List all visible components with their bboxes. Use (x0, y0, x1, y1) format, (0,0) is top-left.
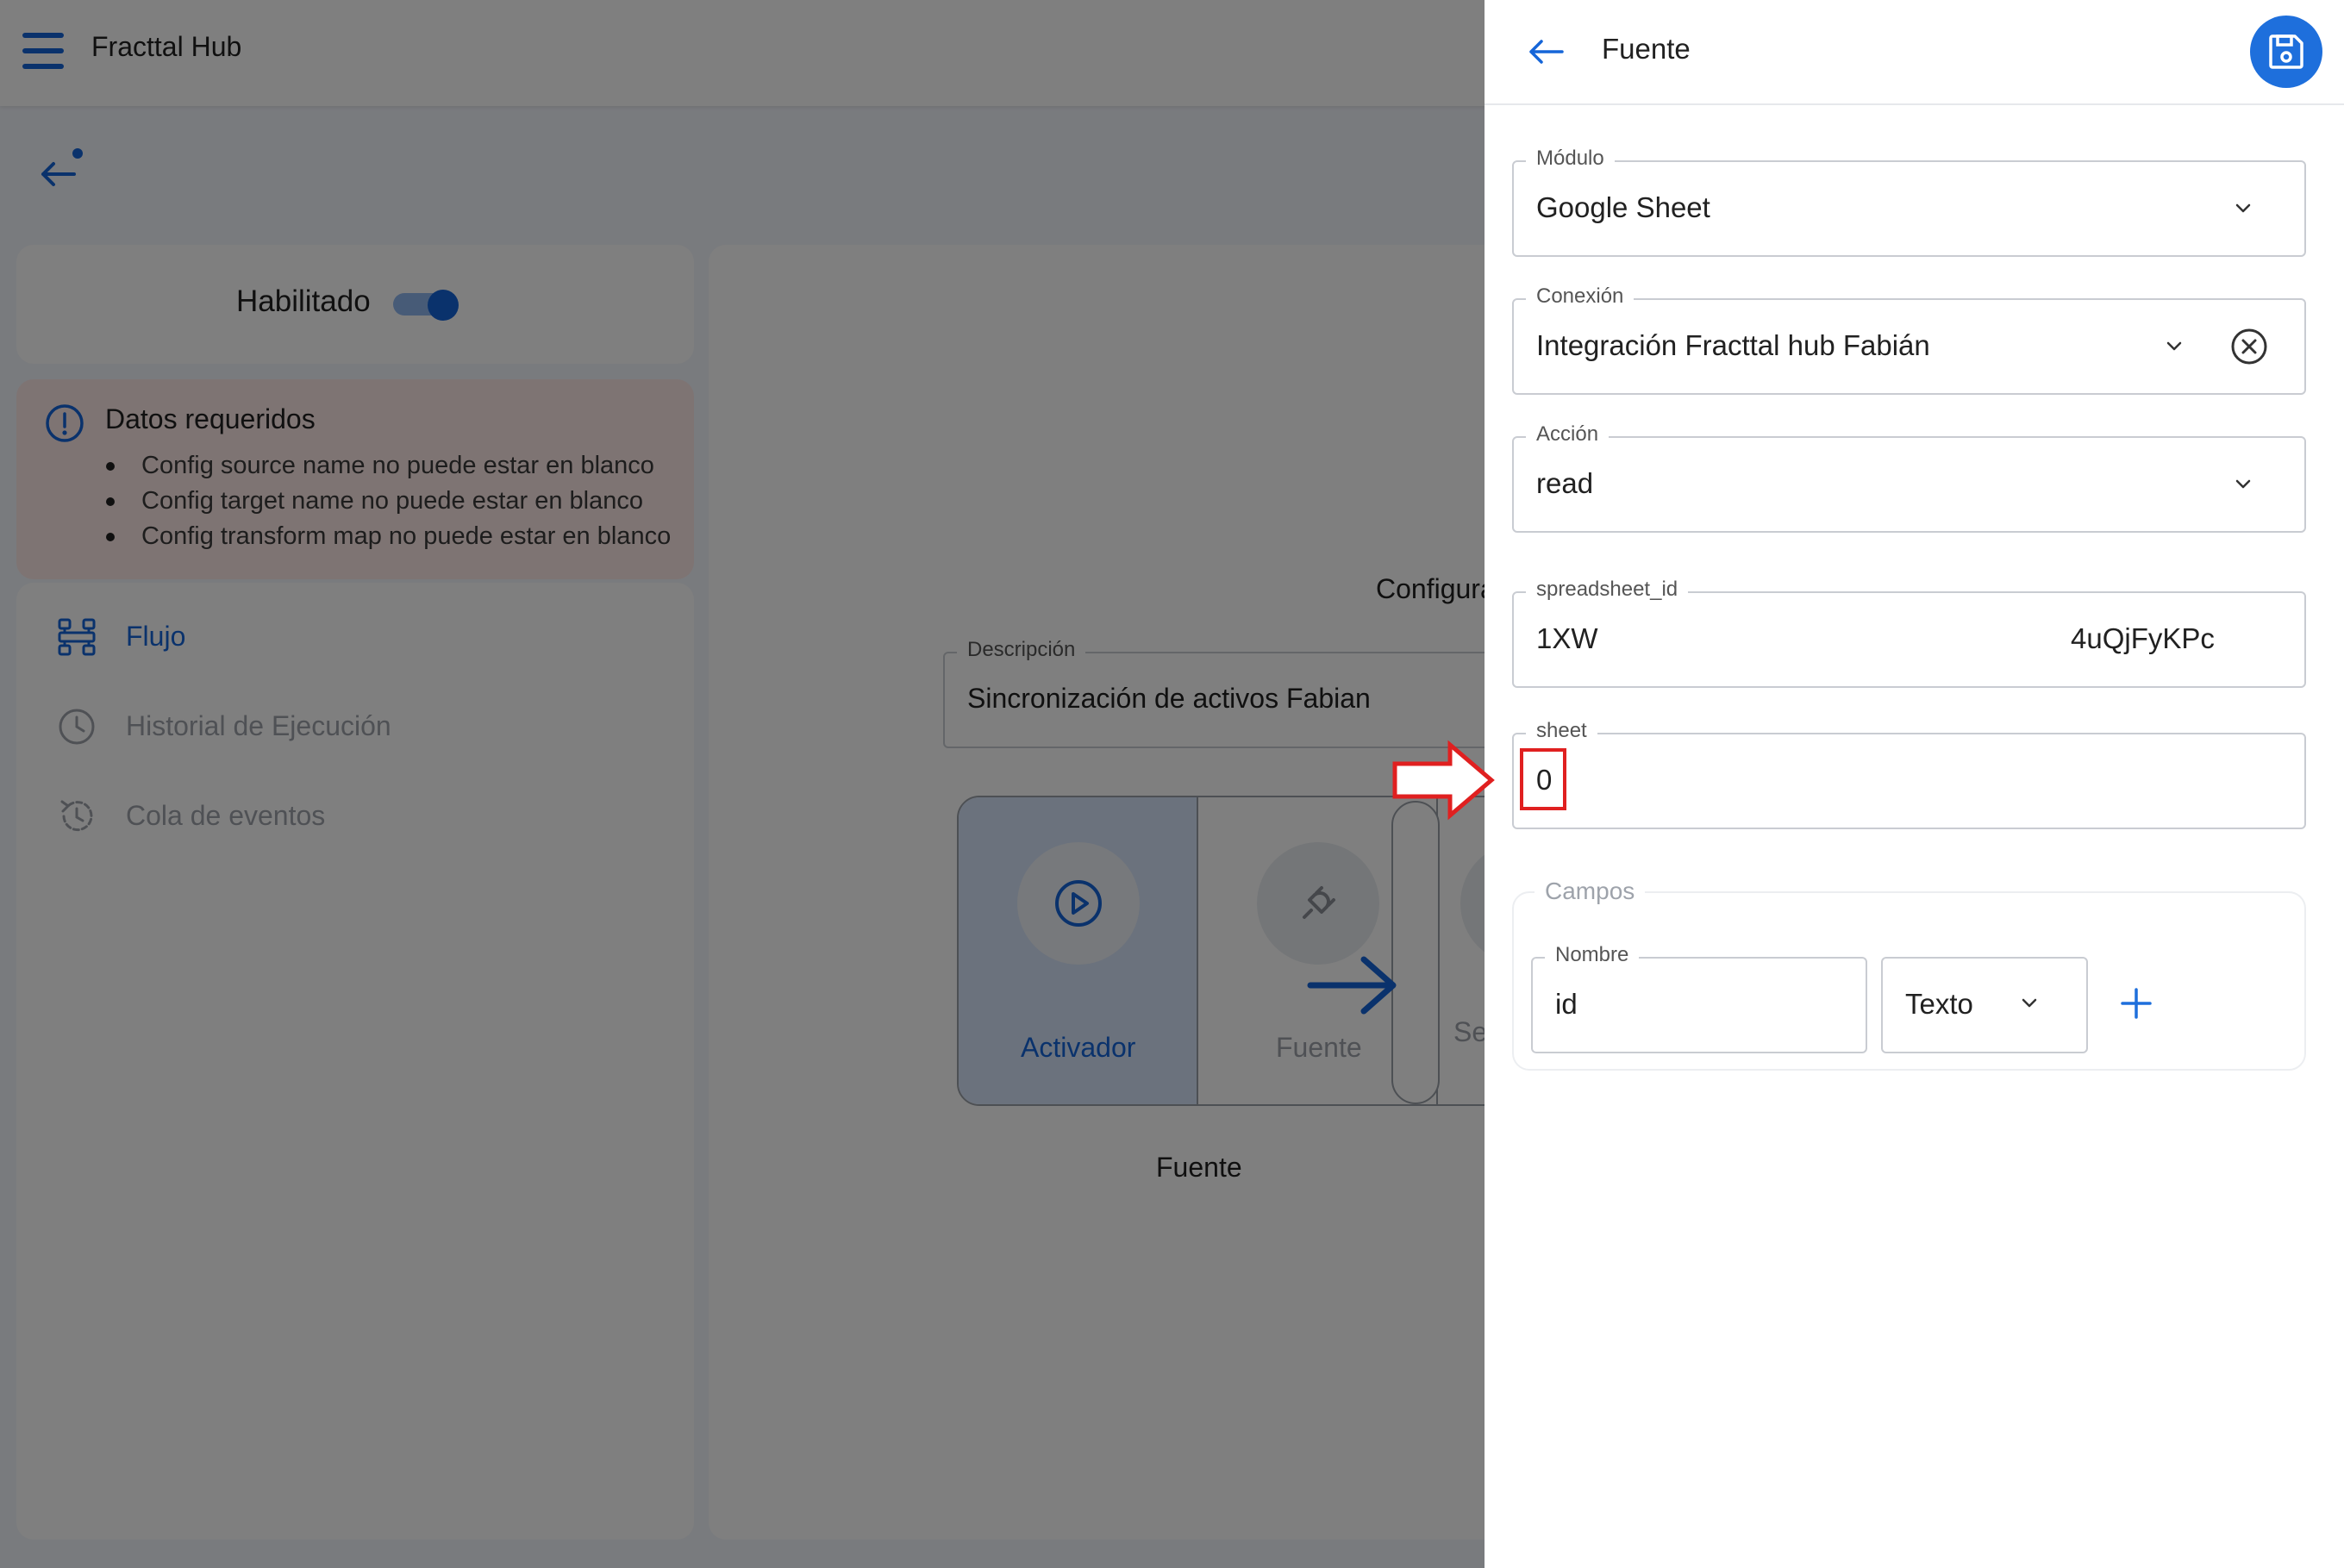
back-arrow-icon[interactable] (1526, 31, 1567, 72)
spreadsheet-id-value-end: 4uQjFyKPc (2071, 622, 2215, 654)
sheet-label: sheet (1526, 719, 1597, 743)
accion-select[interactable] (1512, 436, 2306, 533)
campos-label: Campos (1535, 878, 1646, 905)
annotation-arrow-icon (1392, 740, 1495, 821)
modal-backdrop[interactable] (0, 0, 1485, 1568)
chevron-down-icon[interactable] (2017, 991, 2041, 1015)
save-button[interactable] (2250, 16, 2322, 88)
accion-value: read (1536, 467, 1594, 499)
drawer-title: Fuente (1602, 33, 1691, 65)
add-field-icon[interactable] (2117, 984, 2155, 1022)
sheet-input[interactable] (1512, 733, 2306, 829)
chevron-down-icon[interactable] (2231, 197, 2255, 221)
chevron-down-icon[interactable] (2231, 472, 2255, 497)
accion-label: Acción (1526, 422, 1610, 447)
spreadsheet-id-value-start: 1XW (1536, 622, 1598, 654)
chevron-down-icon[interactable] (2162, 334, 2186, 359)
save-icon (2269, 34, 2303, 69)
modulo-value: Google Sheet (1536, 191, 1710, 223)
nombre-input[interactable] (1531, 957, 1867, 1053)
conexion-value: Integración Fracttal hub Fabián (1536, 329, 1930, 361)
modulo-label: Módulo (1526, 147, 1615, 171)
annotation-highlight-box (1520, 748, 1566, 810)
conexion-label: Conexión (1526, 284, 1635, 309)
source-drawer: Fuente Módulo Google Sheet Conexión Inte… (1485, 0, 2344, 1568)
spreadsheet-id-label: spreadsheet_id (1526, 578, 1689, 602)
nombre-value: id (1555, 988, 1578, 1020)
clear-icon[interactable] (2229, 327, 2269, 366)
nombre-label: Nombre (1545, 943, 1640, 967)
tipo-value: Texto (1905, 988, 1973, 1020)
